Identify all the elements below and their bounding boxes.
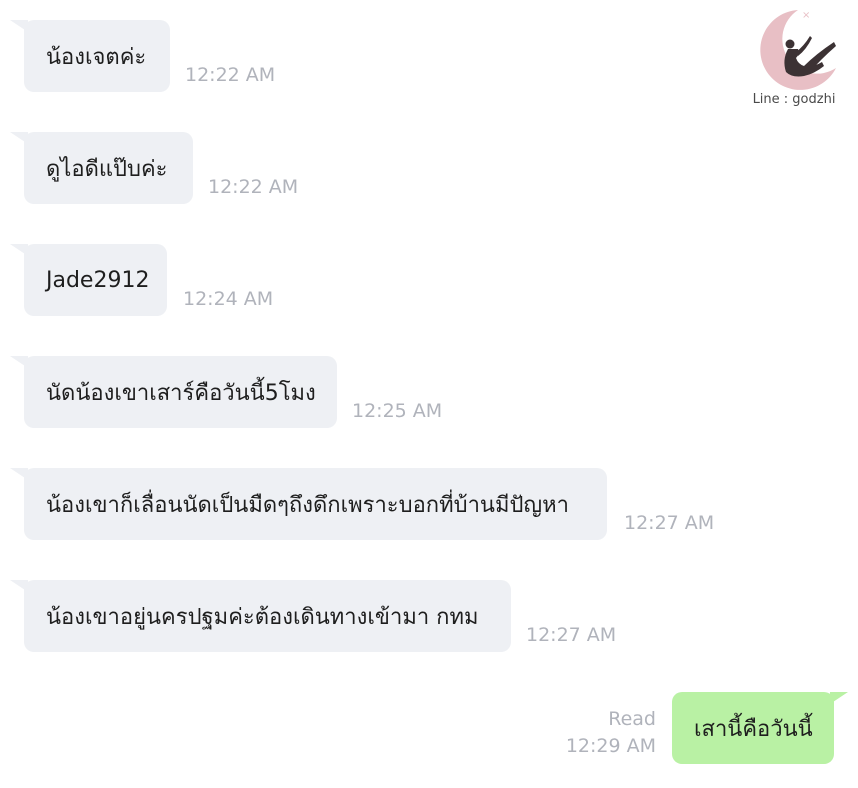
outgoing-message-meta: Read 12:29 AM [566,706,656,760]
message-text: นัดน้องเขาเสาร์คือวันนี้5โมง [46,380,316,406]
outgoing-message-row: Read 12:29 AM เสานี้คือวันนี้ [0,692,858,772]
message-timestamp: 12:27 AM [624,512,715,534]
message-text: Jade2912 [46,267,150,293]
message-row: นัดน้องเขาเสาร์คือวันนี้5โมง 12:25 AM [0,356,858,436]
message-row: น้องเขาอยู่นครปฐมค่ะต้องเดินทางเข้ามา กท… [0,580,858,660]
message-timestamp: 12:22 AM [208,176,299,198]
message-text: เสานี้คือวันนี้ [694,716,813,742]
message-row: น้องเจตค่ะ 12:22 AM [0,20,858,100]
incoming-message-bubble[interactable]: Jade2912 [10,244,167,316]
message-timestamp: 12:27 AM [526,624,617,646]
message-timestamp: 12:29 AM [565,735,656,757]
message-text: น้องเจตค่ะ [46,44,147,70]
message-text: ดูไอดีแป๊บค่ะ [46,156,168,182]
message-row: ดูไอดีแป๊บค่ะ 12:22 AM [0,132,858,212]
incoming-message-bubble[interactable]: น้องเขาก็เลื่อนนัดเป็นมืดๆถึงดึกเพราะบอก… [10,468,607,540]
message-text: น้องเขาอยู่นครปฐมค่ะต้องเดินทางเข้ามา กท… [46,604,479,630]
incoming-message-bubble[interactable]: น้องเจตค่ะ [10,20,170,92]
message-timestamp: 12:22 AM [185,64,276,86]
outgoing-message-bubble[interactable]: เสานี้คือวันนี้ [672,692,848,764]
message-timestamp: 12:24 AM [183,288,274,310]
message-timestamp: 12:25 AM [352,400,443,422]
incoming-message-bubble[interactable]: น้องเขาอยู่นครปฐมค่ะต้องเดินทางเข้ามา กท… [10,580,511,652]
message-row: น้องเขาก็เลื่อนนัดเป็นมืดๆถึงดึกเพราะบอก… [0,468,858,548]
read-receipt: Read [608,708,656,730]
message-text: น้องเขาก็เลื่อนนัดเป็นมืดๆถึงดึกเพราะบอก… [46,492,570,518]
message-row: Jade2912 12:24 AM [0,244,858,324]
incoming-message-bubble[interactable]: นัดน้องเขาเสาร์คือวันนี้5โมง [10,356,337,428]
incoming-message-bubble[interactable]: ดูไอดีแป๊บค่ะ [10,132,193,204]
